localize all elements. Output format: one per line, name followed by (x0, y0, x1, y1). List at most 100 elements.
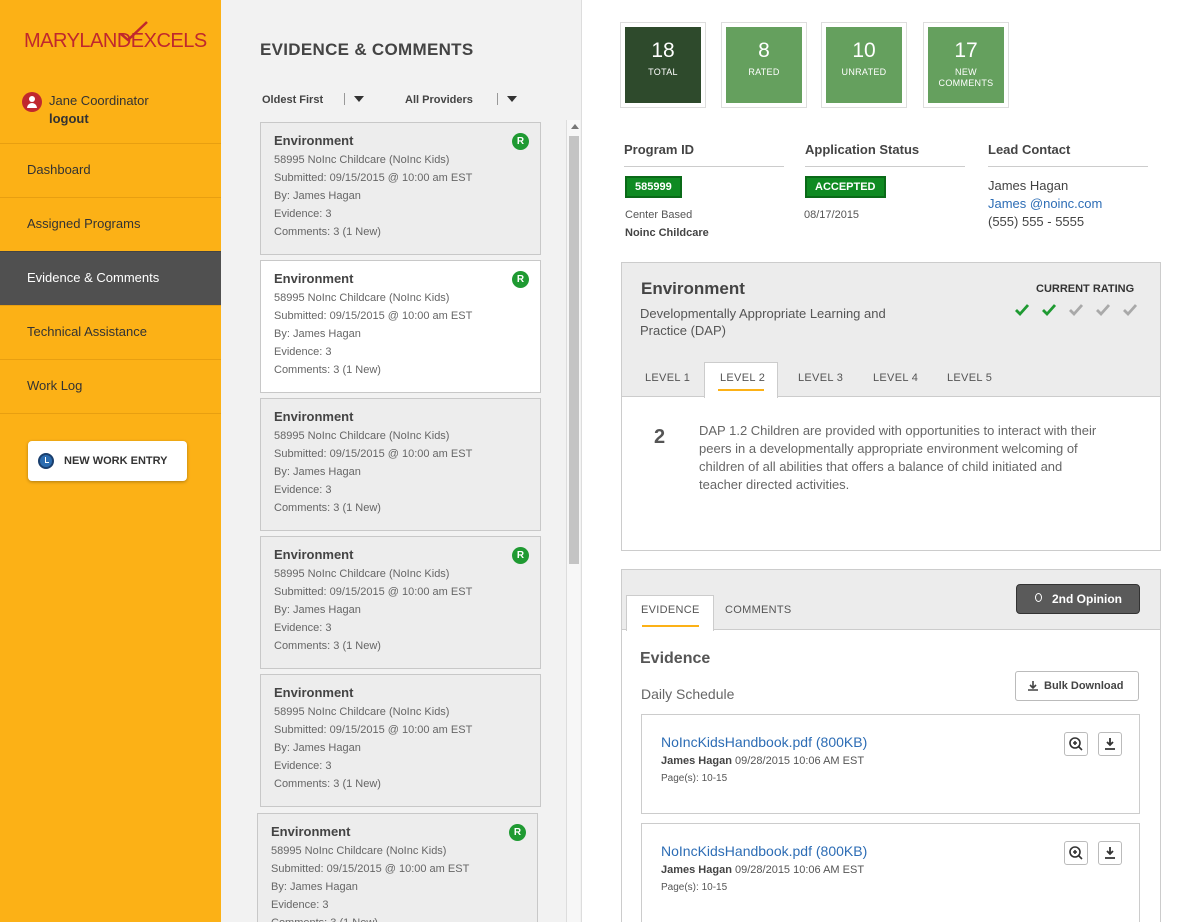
card-program: 58995 NoInc Childcare (NoInc Kids) (274, 706, 450, 718)
contact-email-link[interactable]: James @noinc.com (988, 196, 1102, 211)
contact-phone: (555) 555 - 5555 (988, 214, 1085, 229)
card-title: Environment (274, 409, 354, 424)
new-work-entry-label: NEW WORK ENTRY (64, 455, 168, 467)
bulk-download-label: Bulk Download (1044, 680, 1124, 692)
stat-rated[interactable]: 8 RATED (721, 22, 807, 108)
evidence-list-panel: EVIDENCE & COMMENTS Oldest First All Pro… (221, 0, 582, 922)
provider-divider (497, 93, 498, 105)
list-scrollbar[interactable] (566, 120, 580, 922)
sort-select[interactable]: Oldest First (262, 94, 323, 106)
application-status-badge: ACCEPTED (805, 176, 886, 198)
card-evidence-count: Evidence: 3 (274, 760, 332, 772)
current-rating-label: CURRENT RATING (1036, 283, 1135, 295)
tab-level-2[interactable]: LEVEL 2 (720, 372, 765, 384)
tab-comments[interactable]: COMMENTS (725, 604, 792, 616)
active-tab-underline (642, 625, 699, 627)
download-icon (1028, 681, 1038, 691)
program-type: Center Based (625, 209, 693, 221)
new-work-entry-button[interactable]: NEW WORK ENTRY (28, 441, 187, 481)
tab-evidence[interactable]: EVIDENCE (641, 604, 700, 616)
file-meta: James Hagan 09/28/2015 10:06 AM EST (661, 755, 864, 767)
evidence-panel: EVIDENCE COMMENTS 2nd Opinion Evidence D… (621, 569, 1161, 922)
sidebar: MARYLANDEXCELS Jane Coordinator logout D… (0, 0, 221, 922)
card-comments-count: Comments: 3 (1 New) (274, 364, 381, 376)
file-pages: Page(s): 10-15 (661, 773, 728, 784)
evidence-card-selected[interactable]: Environment 58995 NoInc Childcare (NoInc… (260, 260, 541, 393)
card-submitted: Submitted: 09/15/2015 @ 10:00 am EST (274, 172, 473, 184)
bulk-download-button[interactable]: Bulk Download (1015, 671, 1139, 701)
evidence-section-title: Daily Schedule (641, 686, 735, 702)
magnifier-plus-icon (1069, 846, 1083, 860)
card-submitted: Submitted: 09/15/2015 @ 10:00 am EST (274, 448, 473, 460)
evidence-card[interactable]: Environment 58995 NoInc Childcare (NoInc… (260, 536, 541, 669)
stat-new-comments-label: NEW COMMENTS (938, 67, 994, 88)
download-icon (1105, 738, 1115, 750)
rating-check-icon[interactable] (1123, 303, 1137, 317)
provider-chevron-down-icon[interactable] (507, 96, 517, 102)
nav-assigned-programs[interactable]: Assigned Programs (0, 197, 221, 251)
rating-check-icon[interactable] (1015, 303, 1029, 317)
magnifier-plus-icon (1069, 737, 1083, 751)
contact-name: James Hagan (988, 178, 1069, 193)
file-download-button[interactable] (1098, 841, 1122, 865)
environment-subtitle: Developmentally Appropriate Learning and… (640, 306, 886, 338)
card-submitted: Submitted: 09/15/2015 @ 10:00 am EST (271, 863, 470, 875)
card-comments-count: Comments: 3 (1 New) (274, 502, 381, 514)
tab-level-5[interactable]: LEVEL 5 (947, 372, 992, 384)
card-title: Environment (271, 824, 351, 839)
rating-check-icon[interactable] (1069, 303, 1083, 317)
evidence-card[interactable]: Environment 58995 NoInc Childcare (NoInc… (260, 122, 541, 255)
program-name: Noinc Childcare (625, 227, 709, 239)
second-opinion-label: 2nd Opinion (1052, 592, 1122, 606)
card-submitted: Submitted: 09/15/2015 @ 10:00 am EST (274, 586, 473, 598)
tab-level-4[interactable]: LEVEL 4 (873, 372, 918, 384)
lead-contact-heading: Lead Contact (988, 142, 1148, 167)
file-name-link[interactable]: NoIncKidsHandbook.pdf (800KB) (661, 843, 867, 859)
card-program: 58995 NoInc Childcare (NoInc Kids) (274, 154, 450, 166)
file-name-link[interactable]: NoIncKidsHandbook.pdf (800KB) (661, 734, 867, 750)
stat-unrated-value: 10 (852, 39, 876, 62)
file-pages: Page(s): 10-15 (661, 882, 728, 893)
card-evidence-count: Evidence: 3 (274, 346, 332, 358)
nav-evidence-comments[interactable]: Evidence & Comments (0, 251, 221, 305)
stat-rated-label: RATED (748, 67, 780, 77)
file-date: 09/28/2015 10:06 AM EST (735, 755, 865, 767)
rating-check-icon[interactable] (1042, 303, 1056, 317)
file-meta: James Hagan 09/28/2015 10:06 AM EST (661, 864, 864, 876)
file-download-button[interactable] (1098, 732, 1122, 756)
zoom-button[interactable] (1064, 841, 1088, 865)
card-by: By: James Hagan (274, 604, 361, 616)
evidence-file-item: NoIncKidsHandbook.pdf (800KB) James Haga… (641, 823, 1140, 922)
environment-panel: Environment Developmentally Appropriate … (621, 262, 1161, 551)
evidence-card[interactable]: Environment 58995 NoInc Childcare (NoInc… (260, 674, 541, 807)
scrollbar-thumb[interactable] (569, 136, 579, 564)
stat-unrated-label: UNRATED (841, 67, 887, 77)
tab-level-3[interactable]: LEVEL 3 (798, 372, 843, 384)
card-program: 58995 NoInc Childcare (NoInc Kids) (274, 292, 450, 304)
tab-level-1[interactable]: LEVEL 1 (645, 372, 690, 384)
maryland-excels-logo[interactable]: MARYLANDEXCELS (24, 21, 207, 53)
evidence-card[interactable]: Environment 58995 NoInc Childcare (NoInc… (257, 813, 538, 922)
scroll-up-arrow-icon[interactable] (571, 124, 579, 129)
rated-badge-icon: R (512, 547, 529, 564)
stat-new-comments[interactable]: 17 NEW COMMENTS (923, 22, 1009, 108)
card-comments-count: Comments: 3 (1 New) (274, 778, 381, 790)
detail-panel: 18 TOTAL 8 RATED 10 UNRATED 17 NEW COMME… (583, 0, 1181, 922)
stat-total-label: TOTAL (648, 67, 678, 77)
stat-total[interactable]: 18 TOTAL (620, 22, 706, 108)
card-submitted: Submitted: 09/15/2015 @ 10:00 am EST (274, 310, 473, 322)
nav-work-log[interactable]: Work Log (0, 359, 221, 413)
zoom-button[interactable] (1064, 732, 1088, 756)
logout-link[interactable]: logout (49, 111, 89, 126)
logo-checkmark-icon (120, 21, 148, 42)
application-status-date: 08/17/2015 (804, 209, 860, 221)
provider-select[interactable]: All Providers (405, 94, 473, 106)
sort-chevron-down-icon[interactable] (354, 96, 364, 102)
evidence-card[interactable]: Environment 58995 NoInc Childcare (NoInc… (260, 398, 541, 531)
card-by: By: James Hagan (274, 466, 361, 478)
stat-unrated[interactable]: 10 UNRATED (821, 22, 907, 108)
rating-check-icon[interactable] (1096, 303, 1110, 317)
nav-dashboard[interactable]: Dashboard (0, 143, 221, 197)
nav-technical-assistance[interactable]: Technical Assistance (0, 305, 221, 359)
second-opinion-button[interactable]: 2nd Opinion (1016, 584, 1140, 614)
